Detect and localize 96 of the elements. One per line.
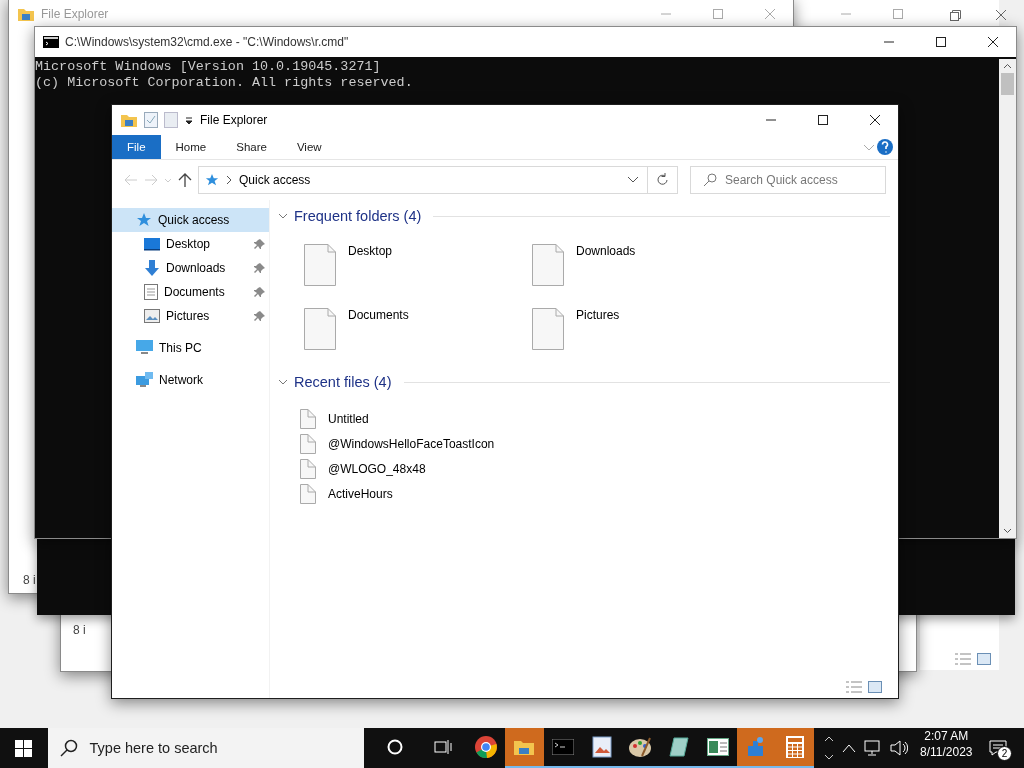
- nav-item[interactable]: Network: [112, 368, 269, 392]
- document-icon: [144, 284, 158, 300]
- message-icon: [989, 740, 1008, 756]
- scroll-up-icon[interactable]: [1003, 63, 1012, 69]
- status-text: 8 i: [73, 623, 86, 637]
- console-icon: [552, 739, 575, 755]
- chevron-icon[interactable]: [278, 377, 288, 387]
- scroll-down-icon[interactable]: [1003, 528, 1012, 534]
- clock-date[interactable]: 8/11/2023: [920, 744, 973, 760]
- star-icon: [205, 173, 219, 187]
- section-title: Frequent folders (4): [294, 208, 422, 224]
- taskbar-button[interactable]: [736, 728, 776, 768]
- dropdown-icon[interactable]: [184, 115, 194, 125]
- network-icon: [136, 372, 153, 388]
- network-icon[interactable]: [864, 740, 882, 756]
- address-bar[interactable]: Quick access: [198, 166, 648, 194]
- picture-icon: [144, 309, 160, 323]
- scrollbar[interactable]: [999, 59, 1016, 538]
- task-view-icon: [433, 739, 452, 755]
- chevron-icon: [225, 175, 233, 185]
- circle-icon: [387, 739, 404, 755]
- search-icon: [703, 173, 717, 187]
- palette-icon: [628, 736, 653, 758]
- window-title: C:\Windows\system32\cmd.exe - "C:\Windows\r.cmd": [65, 35, 350, 49]
- pin-icon[interactable]: [254, 310, 265, 322]
- nav-item[interactable]: Quick access: [112, 208, 269, 232]
- folder-tile[interactable]: Pictures: [532, 308, 760, 354]
- image-viewer-icon: [591, 736, 612, 758]
- document-icon: [300, 408, 316, 429]
- document-icon: [300, 458, 316, 479]
- nav-item[interactable]: Pictures: [112, 304, 269, 328]
- console-line: (c) Microsoft Corporation. All rights reserved.: [35, 75, 414, 91]
- console-icon: [43, 36, 59, 48]
- file-row[interactable]: @WindowsHelloFaceToastIcon: [300, 431, 890, 456]
- folder-tile[interactable]: Downloads: [532, 244, 760, 290]
- desktop-icon: [144, 237, 160, 251]
- star-icon: [136, 212, 152, 228]
- close-icon[interactable]: [870, 115, 880, 125]
- maximize-icon[interactable]: [818, 115, 828, 125]
- maximize-icon[interactable]: [936, 37, 946, 47]
- calculator-icon: [785, 736, 804, 758]
- ribbon-tab[interactable]: View: [281, 135, 337, 159]
- refresh-button[interactable]: [648, 166, 678, 194]
- window-title: File Explorer: [41, 7, 110, 21]
- scroll-thumb[interactable]: [1001, 73, 1014, 95]
- notification-count: 2: [997, 746, 1013, 761]
- folder-icon: [513, 738, 536, 756]
- computer-icon: [136, 340, 153, 356]
- nav-item[interactable]: This PC: [112, 336, 269, 360]
- close-icon[interactable]: [988, 37, 998, 47]
- browser-icon: [473, 735, 498, 759]
- up-arrow-icon[interactable]: [178, 173, 192, 187]
- ribbon-tab[interactable]: Home: [160, 135, 222, 159]
- ribbon-tab[interactable]: Share: [221, 135, 282, 159]
- volume-icon[interactable]: [890, 740, 908, 756]
- section-title: Recent files (4): [294, 374, 392, 390]
- nav-item[interactable]: Desktop: [112, 232, 269, 256]
- document-icon: [300, 483, 316, 504]
- nav-item[interactable]: Downloads: [112, 256, 269, 280]
- folder-tile[interactable]: Desktop: [304, 244, 532, 290]
- refresh-icon: [656, 173, 669, 187]
- address-text: Quick access: [239, 173, 312, 187]
- document-icon: [304, 244, 336, 286]
- search-field[interactable]: Search Quick access: [690, 166, 886, 194]
- window-title: File Explorer: [200, 113, 269, 127]
- notifications-button[interactable]: 2: [978, 728, 1019, 768]
- dropdown-icon[interactable]: [627, 175, 639, 185]
- console-line: Microsoft Windows [Version 10.0.19045.3271]: [35, 59, 382, 75]
- file-row[interactable]: ActiveHours: [300, 481, 890, 506]
- file-row[interactable]: @WLOGO_48x48: [300, 456, 890, 481]
- clock-time[interactable]: 2:07 AM: [924, 728, 969, 744]
- status-text: 8 i: [23, 573, 36, 587]
- document-icon: [532, 308, 564, 350]
- chevron-up-icon[interactable]: [842, 743, 856, 753]
- file-row[interactable]: Untitled: [300, 406, 890, 431]
- chevron-icon[interactable]: [278, 211, 288, 221]
- taskbar-search-field[interactable]: Type here to search: [47, 728, 364, 768]
- document-icon: [532, 244, 564, 286]
- pin-icon[interactable]: [254, 286, 265, 298]
- thumbnail-view-icon[interactable]: [868, 681, 882, 693]
- nav-item[interactable]: Documents: [112, 280, 269, 304]
- close-icon[interactable]: [996, 10, 1006, 20]
- tablet-icon: [667, 737, 690, 757]
- pin-icon[interactable]: [254, 238, 265, 250]
- document-icon: [300, 433, 316, 454]
- thumbnail-view-icon[interactable]: [977, 653, 991, 665]
- ribbon-tab[interactable]: File: [112, 135, 161, 159]
- taskbar-button[interactable]: [775, 728, 815, 768]
- restore-icon[interactable]: [949, 9, 961, 21]
- windows-start-icon[interactable]: [15, 739, 33, 757]
- download-arrow-icon: [144, 260, 160, 276]
- search-icon: [59, 739, 78, 757]
- form-window-icon: [706, 738, 729, 756]
- pin-icon[interactable]: [254, 262, 265, 274]
- folder-tile[interactable]: Documents: [304, 308, 532, 354]
- document-icon: [304, 308, 336, 350]
